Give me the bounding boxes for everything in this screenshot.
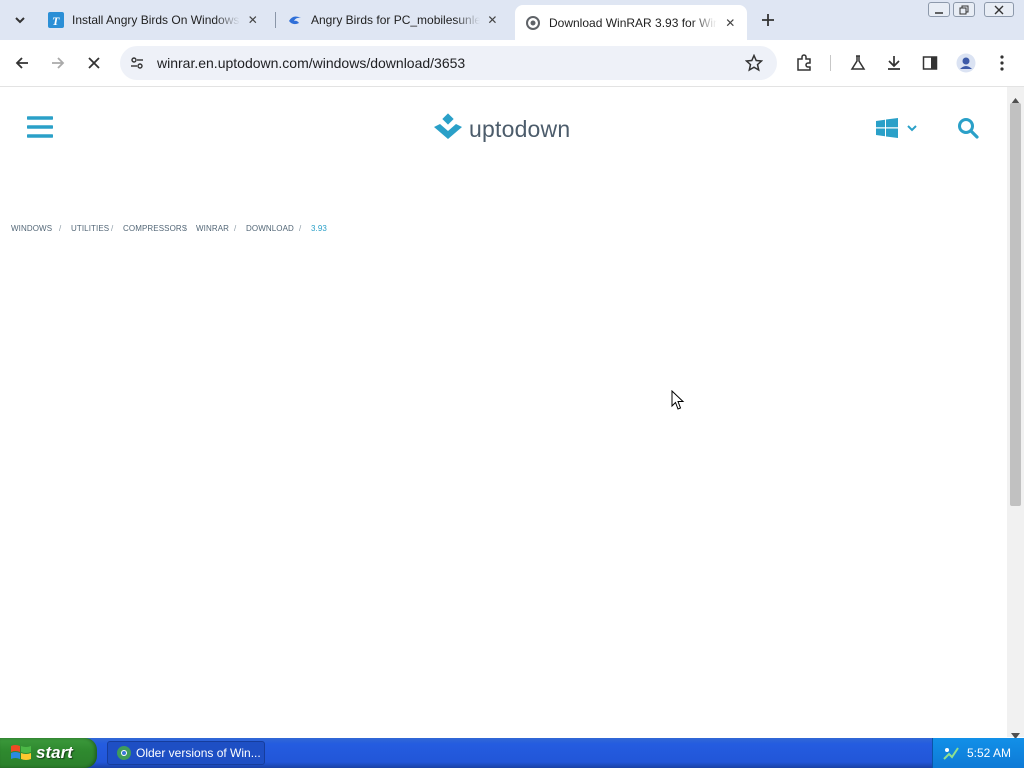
breadcrumb-version: 3.93	[311, 224, 327, 233]
breadcrumb-separator: /	[184, 224, 187, 233]
breadcrumb-windows[interactable]: WINDOWS	[11, 224, 52, 233]
start-button[interactable]: start	[0, 738, 97, 768]
network-tray-icon[interactable]	[943, 745, 959, 761]
system-tray: 5:52 AM	[932, 738, 1024, 768]
hamburger-menu-icon[interactable]	[26, 115, 54, 139]
tab-close-icon[interactable]: ✕	[723, 15, 737, 31]
uptodown-logo-icon	[434, 113, 462, 139]
tab-strip: T Install Angry Birds On Windows XP ✕ An…	[0, 0, 1024, 40]
more-menu-icon[interactable]	[990, 51, 1014, 75]
tab-download-winrar[interactable]: Download WinRAR 3.93 for Windows ✕	[515, 5, 747, 40]
clock: 5:52 AM	[967, 746, 1012, 760]
tab-search-chevron-icon[interactable]	[8, 8, 32, 32]
breadcrumb-winrar[interactable]: WINRAR	[196, 224, 229, 233]
minimize-window-button[interactable]	[928, 2, 950, 17]
svg-text:T: T	[52, 14, 60, 28]
windows-logo-icon	[876, 118, 898, 138]
extensions-puzzle-icon[interactable]	[792, 51, 816, 75]
tab-angry-birds-pc[interactable]: Angry Birds for PC_mobilesunleashed ✕	[277, 5, 509, 35]
breadcrumb-separator: /	[299, 224, 302, 233]
url-text[interactable]: winrar.en.uptodown.com/windows/download/…	[157, 55, 465, 71]
breadcrumb-utilities[interactable]: UTILITIES	[71, 224, 109, 233]
bookmark-star-icon[interactable]	[742, 51, 766, 75]
taskbar-window-label: Older versions of Win...	[136, 746, 261, 760]
toolbar-divider	[830, 55, 831, 71]
browser-toolbar: winrar.en.uptodown.com/windows/download/…	[0, 40, 1024, 87]
tab-title: Angry Birds for PC_mobilesunleashed	[311, 13, 480, 27]
stop-loading-icon[interactable]	[82, 51, 106, 75]
vertical-scrollbar[interactable]	[1007, 87, 1024, 739]
uptodown-logo[interactable]: uptodown	[432, 112, 602, 146]
tab-install-angry-birds[interactable]: T Install Angry Birds On Windows XP ✕	[38, 5, 270, 35]
close-window-button[interactable]	[984, 2, 1014, 17]
chrome-app-icon	[117, 746, 131, 760]
mouse-pointer-icon	[671, 389, 685, 412]
chevron-down-icon	[907, 125, 917, 132]
side-panel-icon[interactable]	[918, 51, 942, 75]
start-label: start	[36, 743, 73, 762]
blue-swirl-favicon-icon	[287, 12, 303, 28]
tab-title: Download WinRAR 3.93 for Windows	[549, 15, 718, 30]
logo-text: uptodown	[469, 115, 571, 142]
scrollbar-thumb[interactable]	[1010, 103, 1021, 506]
profile-avatar-icon[interactable]	[954, 51, 978, 75]
labs-flask-icon[interactable]	[846, 51, 870, 75]
taskbar: start Older versions of Win... 5:52 AM	[0, 738, 1024, 768]
tab-close-icon[interactable]: ✕	[486, 12, 499, 28]
web-page: uptodown WINDOWS / UTILITIES / COMPRESSO…	[0, 87, 1007, 737]
breadcrumb-separator: /	[111, 224, 114, 233]
tutorial-favicon-icon: T	[48, 12, 64, 28]
breadcrumb-compressors[interactable]: COMPRESSORS	[123, 224, 187, 233]
back-arrow-icon[interactable]	[10, 51, 34, 75]
address-bar[interactable]: winrar.en.uptodown.com/windows/download/…	[120, 46, 777, 80]
restore-window-button[interactable]	[953, 2, 975, 17]
search-icon[interactable]	[956, 116, 980, 140]
loading-spinner-icon	[525, 15, 541, 31]
taskbar-window-button[interactable]: Older versions of Win...	[107, 741, 265, 765]
new-tab-plus-icon[interactable]	[756, 8, 780, 32]
breadcrumb-download[interactable]: DOWNLOAD	[246, 224, 294, 233]
platform-selector[interactable]	[876, 117, 922, 139]
tab-title: Install Angry Birds On Windows XP	[72, 13, 240, 27]
download-icon[interactable]	[882, 51, 906, 75]
windows-flag-icon	[11, 745, 31, 760]
breadcrumb-separator: /	[234, 224, 237, 233]
tab-divider	[275, 12, 276, 28]
tab-close-icon[interactable]: ✕	[246, 12, 260, 28]
breadcrumb-separator: /	[59, 224, 62, 233]
site-settings-icon[interactable]	[125, 51, 149, 75]
forward-arrow-icon[interactable]	[46, 51, 70, 75]
